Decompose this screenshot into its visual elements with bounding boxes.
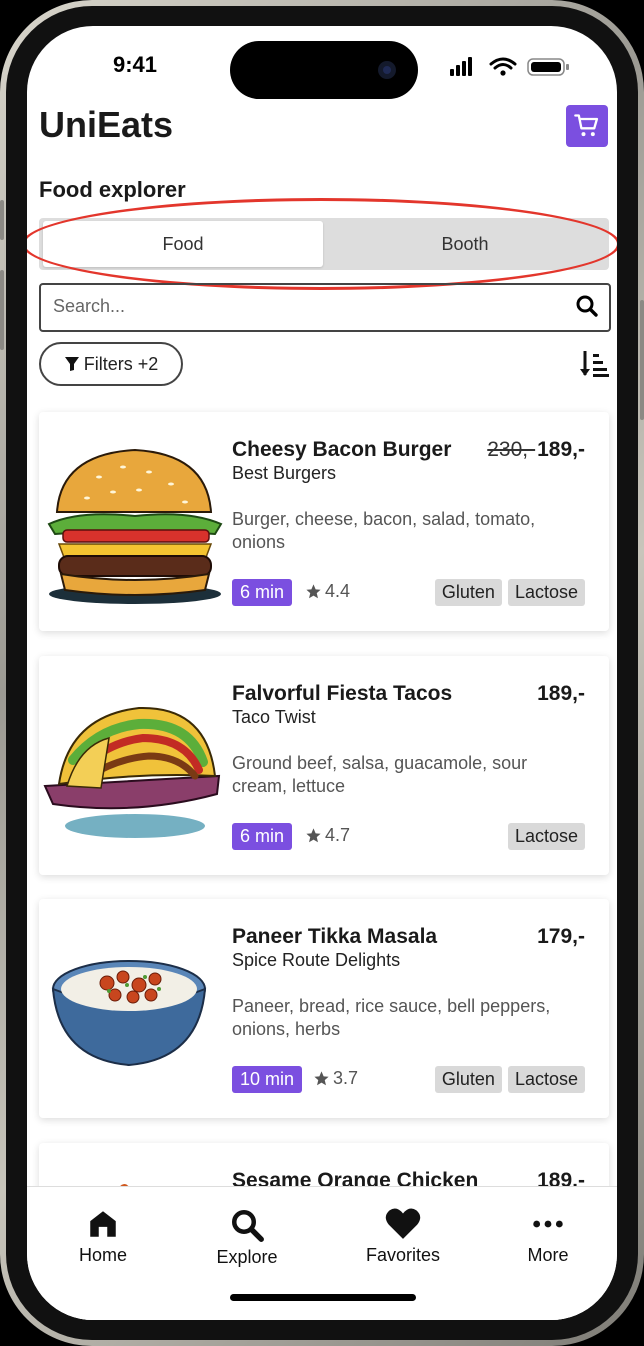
food-card[interactable]: Falvorful Fiesta Tacos 189,- Taco Twist … xyxy=(39,656,609,875)
burger-image xyxy=(47,448,223,604)
item-description: Ground beef, salsa, guacamole, sour crea… xyxy=(232,753,528,796)
star-icon xyxy=(306,584,321,599)
rating-value: 4.4 xyxy=(325,581,351,601)
item-name: Paneer Tikka Masala xyxy=(232,925,438,948)
section-title: Food explorer xyxy=(39,177,186,202)
app-title: UniEats xyxy=(39,104,174,145)
battery-icon xyxy=(527,58,569,76)
food-booth-segmented-control: Food Booth xyxy=(39,218,609,270)
allergen-tags: Gluten Lactose xyxy=(434,579,585,606)
item-price: 179,- xyxy=(537,925,585,948)
item-rating: 4.4 xyxy=(305,581,350,602)
tab-more[interactable]: More xyxy=(488,1207,608,1266)
tab-explore[interactable]: Explore xyxy=(187,1207,307,1268)
heart-icon xyxy=(385,1208,421,1239)
item-rating: 3.7 xyxy=(313,1068,358,1089)
allergen-tag: Lactose xyxy=(507,1066,585,1093)
prep-time-badge: 6 min xyxy=(232,579,293,606)
wifi-icon xyxy=(489,57,517,70)
allergen-tags: Gluten Lactose xyxy=(434,1066,585,1093)
tab-label: Explore xyxy=(216,1247,278,1267)
item-booth: Taco Twist xyxy=(232,707,316,727)
home-icon xyxy=(90,1211,116,1237)
search-bar xyxy=(39,283,611,332)
cart-button[interactable] xyxy=(566,105,608,147)
tab-label: More xyxy=(527,1245,569,1265)
filter-icon xyxy=(64,357,79,371)
signal-icon xyxy=(450,57,472,76)
tab-label: Favorites xyxy=(365,1245,441,1265)
tacos-image xyxy=(43,706,221,838)
item-booth: Spice Route Delights xyxy=(232,950,401,970)
allergen-tag: Gluten xyxy=(434,1066,502,1093)
camera-icon xyxy=(378,61,396,79)
filters-label: Filters +2 xyxy=(83,353,159,374)
segment-booth[interactable]: Booth xyxy=(324,221,606,267)
item-description: Paneer, bread, rice sauce, bell peppers,… xyxy=(232,996,551,1039)
item-price: 189,- xyxy=(537,682,585,705)
segment-food[interactable]: Food xyxy=(43,221,323,267)
search-input[interactable] xyxy=(51,285,555,328)
item-booth: Best Burgers xyxy=(232,463,337,483)
side-button xyxy=(0,200,4,240)
prep-time-badge: 6 min xyxy=(232,823,293,850)
curry-bowl-image xyxy=(51,960,207,1067)
home-indicator[interactable] xyxy=(230,1294,416,1301)
prep-time-badge: 10 min xyxy=(232,1066,303,1093)
status-icons xyxy=(450,57,569,76)
allergen-tags: Lactose xyxy=(507,823,585,850)
food-card[interactable]: Cheesy Bacon Burger 230,-189,- Best Burg… xyxy=(39,412,609,631)
more-dots-icon xyxy=(533,1220,563,1228)
filters-button[interactable]: Filters +2 xyxy=(39,342,183,386)
tab-home[interactable]: Home xyxy=(43,1207,163,1266)
star-icon xyxy=(306,828,321,843)
power-button xyxy=(640,300,644,420)
item-old-price: 230,- xyxy=(487,438,536,461)
rating-value: 3.7 xyxy=(333,1068,359,1088)
search-icon xyxy=(232,1210,264,1242)
volume-up-button xyxy=(0,270,4,350)
item-description: Burger, cheese, bacon, salad, tomato, on… xyxy=(232,509,536,552)
allergen-tag: Lactose xyxy=(507,823,585,850)
tab-favorites[interactable]: Favorites xyxy=(343,1205,463,1266)
rating-value: 4.7 xyxy=(325,825,351,845)
dynamic-island xyxy=(230,41,418,99)
tab-label: Home xyxy=(78,1245,127,1265)
allergen-tag: Gluten xyxy=(434,579,502,606)
search-icon[interactable] xyxy=(575,294,599,318)
app-screen: 9:41 UniEats Food explorer Food Booth Se… xyxy=(27,26,617,1320)
sort-icon[interactable] xyxy=(578,348,610,380)
item-name: Cheesy Bacon Burger xyxy=(232,438,452,461)
item-rating: 4.7 xyxy=(305,825,350,846)
item-current-price: 189,- xyxy=(537,438,585,461)
star-icon xyxy=(314,1071,329,1086)
food-card[interactable]: Paneer Tikka Masala 179,- Spice Route De… xyxy=(39,899,609,1118)
cart-icon xyxy=(574,114,599,137)
status-time: 9:41 xyxy=(113,52,158,77)
item-name: Falvorful Fiesta Tacos xyxy=(232,682,453,705)
item-price: 230,-189,- xyxy=(487,438,585,462)
allergen-tag: Lactose xyxy=(507,579,585,606)
